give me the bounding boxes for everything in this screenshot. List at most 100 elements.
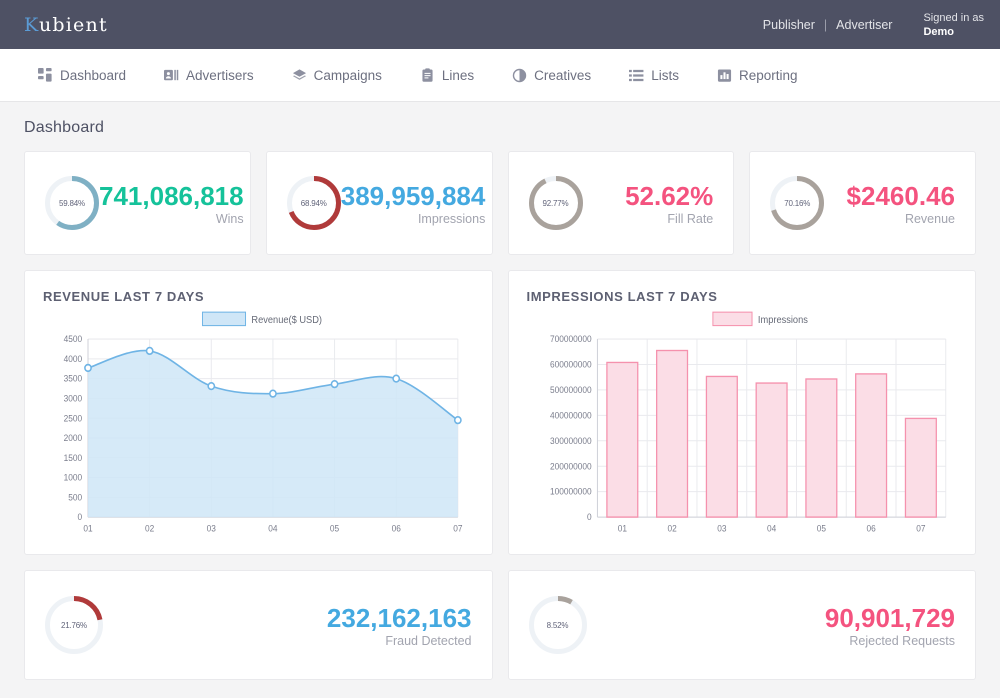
nav-item-label: Advertisers — [186, 67, 254, 83]
donut-gauge: 68.94% — [286, 176, 341, 230]
user-name: Demo — [923, 25, 955, 38]
svg-text:Revenue($ USD): Revenue($ USD) — [251, 315, 322, 326]
chart-row: REVENUE LAST 7 DAYS Revenue($ USD) 0 500 10… — [24, 270, 976, 555]
kpi-text: 90,901,729 Rejected Requests — [825, 603, 955, 648]
svg-text:0: 0 — [586, 512, 591, 522]
nav-item-creatives[interactable]: Creatives — [512, 68, 591, 83]
revenue-line-chart[interactable]: Revenue($ USD) 0 500 1000 1500 2000 2500 3000 35… — [43, 308, 474, 544]
svg-text:06: 06 — [866, 523, 875, 533]
svg-text:02: 02 — [667, 523, 676, 533]
impressions-bar-chart[interactable]: Impressions 0 100000000 200000000 300000000 4… — [527, 308, 958, 544]
revenue-chart-body[interactable]: Revenue($ USD) 0 500 1000 1500 2000 2500 3000 35… — [43, 308, 474, 544]
app-logo[interactable]: Kubient — [24, 14, 108, 36]
kpi-card[interactable]: 21.76% 232,162,163 Fraud Detected — [24, 570, 493, 680]
nav-item-label: Reporting — [738, 67, 798, 83]
svg-text:05: 05 — [330, 523, 339, 533]
clipboard-icon — [420, 67, 435, 83]
nav-item-advertisers[interactable]: Advertisers — [164, 68, 254, 83]
revenue-chart-title: REVENUE LAST 7 DAYS — [43, 289, 205, 304]
svg-text:500000000: 500000000 — [550, 385, 592, 395]
nav-item-campaigns[interactable]: Campaigns — [292, 68, 382, 83]
grid-icon — [38, 67, 53, 83]
svg-text:2000: 2000 — [64, 433, 83, 443]
svg-text:0: 0 — [78, 512, 83, 522]
kpi-card[interactable]: 92.77% 52.62% Fill Rate — [507, 151, 735, 255]
gauge-percent: 70.16% — [784, 198, 811, 208]
top-bar: Kubient Publisher | Advertiser Signed in… — [0, 0, 1000, 49]
kpi-label: Rejected Requests — [849, 633, 955, 648]
gauge-percent: 68.94% — [300, 198, 327, 208]
nav-item-label: Campaigns — [313, 67, 382, 83]
kpi-card[interactable]: 70.16% $2460.46 Revenue — [749, 151, 976, 255]
kpi-label: Fill Rate — [667, 211, 714, 226]
gauge-percent: 21.76% — [61, 620, 87, 630]
svg-text:04: 04 — [766, 523, 775, 533]
page-content: Dashboard 59.84% 741,086,818 Wins 68.94%… — [0, 102, 1000, 680]
nav-item-label: Lines — [441, 67, 475, 83]
donut-gauge: 8.52% — [528, 596, 587, 654]
kpi-row: 59.84% 741,086,818 Wins 68.94% 389,959,8… — [24, 151, 976, 255]
kpi-label: Impressions — [417, 211, 486, 226]
advertiser-link[interactable]: Advertiser — [827, 18, 901, 32]
publisher-link[interactable]: Publisher — [754, 18, 824, 32]
svg-text:06: 06 — [392, 523, 401, 533]
kpi-value: 741,086,818 — [99, 180, 244, 211]
svg-text:100000000: 100000000 — [550, 487, 592, 497]
donut-gauge: 21.76% — [45, 596, 103, 654]
kpi-label: Fraud Detected — [385, 633, 472, 648]
svg-text:4000: 4000 — [64, 354, 83, 364]
kpi-value: 389,959,884 — [340, 180, 486, 211]
layers-icon — [292, 68, 307, 83]
nav-item-label: Dashboard — [60, 67, 127, 83]
kpi-text: $2460.46 Revenue — [847, 181, 955, 226]
impressions-chart-title: IMPRESSIONS LAST 7 DAYS — [526, 289, 718, 304]
kpi-text: 741,086,818 Wins — [99, 181, 244, 226]
kpi-value: 52.62% — [625, 180, 714, 211]
svg-text:07: 07 — [916, 523, 925, 533]
bar-chart-icon — [717, 68, 732, 83]
impressions-chart-body[interactable]: Impressions 0 100000000 200000000 300000000 4… — [527, 308, 958, 544]
nav-item-reporting[interactable]: Reporting — [717, 68, 798, 83]
page-title: Dashboard — [24, 119, 105, 136]
nav-item-lists[interactable]: Lists — [629, 68, 679, 83]
kpi-card[interactable]: 59.84% 741,086,818 Wins — [24, 151, 251, 255]
svg-text:1500: 1500 — [64, 453, 83, 463]
svg-text:200000000: 200000000 — [550, 461, 592, 471]
main-navigation: Dashboard Advertisers Campaigns Lines Cr… — [0, 49, 1000, 102]
svg-text:01: 01 — [617, 523, 626, 533]
svg-text:3500: 3500 — [64, 373, 83, 383]
nav-item-label: Creatives — [534, 67, 592, 83]
kpi-text: 389,959,884 Impressions — [341, 181, 486, 226]
svg-text:3000: 3000 — [64, 393, 83, 403]
donut-gauge: 59.84% — [45, 176, 99, 230]
kpi-value: $2460.46 — [846, 180, 955, 211]
signed-in-block[interactable]: Signed in as Demo — [923, 11, 984, 39]
svg-text:07: 07 — [453, 523, 462, 533]
svg-text:400000000: 400000000 — [550, 410, 592, 420]
svg-text:2500: 2500 — [64, 413, 83, 423]
svg-text:1000: 1000 — [64, 472, 83, 482]
kpi-label: Wins — [215, 211, 244, 226]
nav-item-dashboard[interactable]: Dashboard — [38, 67, 127, 83]
kpi-value: 232,162,163 — [326, 602, 472, 633]
kpi-text: 232,162,163 Fraud Detected — [327, 603, 472, 648]
svg-text:03: 03 — [207, 523, 216, 533]
svg-text:700000000: 700000000 — [550, 334, 592, 344]
kpi-card[interactable]: 68.94% 389,959,884 Impressions — [265, 151, 493, 255]
svg-text:500: 500 — [68, 492, 82, 502]
svg-text:04: 04 — [268, 523, 277, 533]
svg-text:02: 02 — [145, 523, 154, 533]
kpi-label: Revenue — [904, 211, 955, 226]
kpi-text: 52.62% Fill Rate — [625, 181, 713, 226]
svg-text:300000000: 300000000 — [550, 436, 592, 446]
svg-text:03: 03 — [717, 523, 726, 533]
revenue-chart-card: REVENUE LAST 7 DAYS Revenue($ USD) 0 500 10… — [24, 270, 493, 555]
nav-item-lines[interactable]: Lines — [420, 68, 474, 83]
donut-gauge: 70.16% — [770, 176, 825, 230]
svg-text:600000000: 600000000 — [550, 359, 592, 369]
svg-text:01: 01 — [83, 523, 92, 533]
logo-rest: ubient — [38, 13, 108, 36]
contrast-circle-icon — [512, 68, 527, 83]
kpi-card[interactable]: 8.52% 90,901,729 Rejected Requests — [507, 570, 976, 680]
svg-text:Impressions: Impressions — [757, 315, 807, 326]
